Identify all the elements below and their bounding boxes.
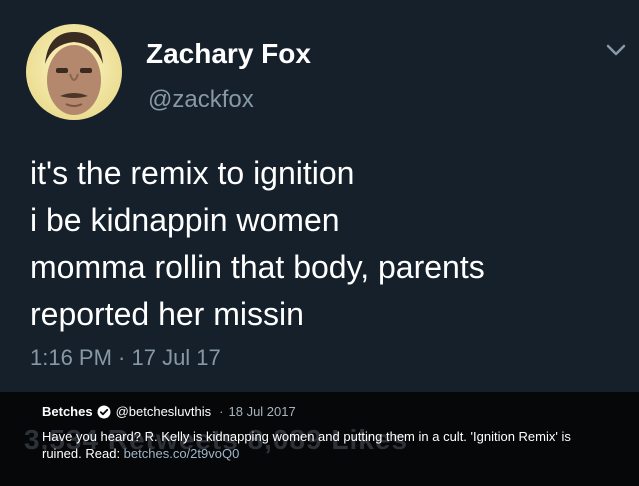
avatar-photo <box>26 24 122 120</box>
quoted-tweet-link[interactable]: betches.co/2t9voQ0 <box>124 446 240 461</box>
quoted-tweet-date[interactable]: 18 Jul 2017 <box>229 404 296 419</box>
tweet-line: it's the remix to ignition <box>30 155 355 191</box>
display-name[interactable]: Zachary Fox <box>146 38 311 70</box>
quoted-tweet-text: Have you heard? R. Kelly is kidnapping w… <box>42 428 602 462</box>
verified-badge-icon <box>97 405 111 419</box>
quoted-display-name[interactable]: Betches <box>42 404 93 419</box>
quoted-tweet-header: Betches @betchesluvthis · 18 Jul 2017 <box>42 404 296 419</box>
date-separator: · <box>219 404 224 419</box>
tweet-line: reported her missin <box>30 296 304 332</box>
chevron-down-icon[interactable] <box>604 40 628 60</box>
user-handle[interactable]: @zackfox <box>148 86 254 114</box>
tweet-card: Zachary Fox @zackfox it's the remix to i… <box>0 0 639 392</box>
quoted-tweet-body: Have you heard? R. Kelly is kidnapping w… <box>42 429 571 461</box>
tweet-text: it's the remix to ignition i be kidnappi… <box>30 150 630 338</box>
quoted-user-handle[interactable]: @betchesluvthis <box>116 404 212 419</box>
avatar[interactable] <box>26 24 122 120</box>
tweet-line: i be kidnappin women <box>30 202 340 238</box>
tweet-timestamp[interactable]: 1:16 PM · 17 Jul 17 <box>30 345 221 371</box>
quoted-tweet[interactable]: 3,534 Retweets 8,089 Likes Betches @betc… <box>0 392 639 486</box>
tweet-line: momma rollin that body, parents <box>30 249 485 285</box>
